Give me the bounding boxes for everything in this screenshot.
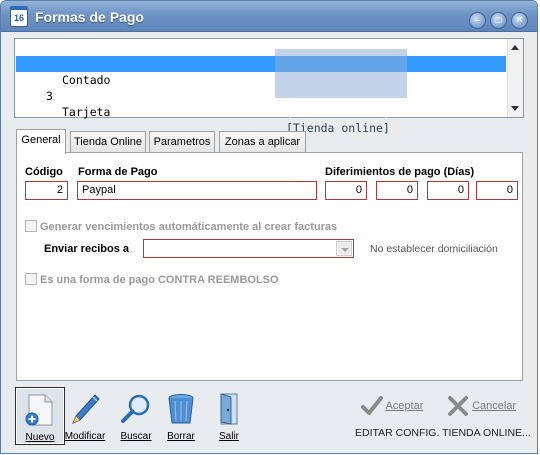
contra-reembolso-checkbox[interactable] (25, 273, 37, 285)
cancelar-label: Cancelar (472, 399, 517, 412)
magnifier-icon (121, 394, 150, 423)
exit-door-icon (220, 393, 238, 425)
scroll-up-icon[interactable] (511, 45, 519, 50)
diferimiento-3-field[interactable]: 0 (427, 181, 469, 200)
cross-icon (448, 396, 468, 416)
no-domiciliacion-text: No establecer domiciliación (370, 243, 498, 255)
payment-methods-list[interactable]: 1 Contado 2 Paypal [Tienda online] 3 Tar… (14, 38, 524, 135)
salir-label: Salir (218, 431, 239, 442)
title-bar[interactable]: 16 Formas de Pago – □ ✕ (1, 1, 537, 32)
scroll-down-icon[interactable] (511, 106, 519, 111)
nuevo-button[interactable]: Nuevo (15, 387, 65, 445)
codigo-field[interactable]: 2 (25, 181, 68, 200)
pen-icon (72, 394, 100, 424)
diferimientos-label: Diferimientos de pago (Días) (325, 166, 475, 178)
generar-vencimientos-row[interactable]: Generar vencimientos automáticamente al … (25, 220, 337, 233)
list-item-selected[interactable]: 2 Paypal [Tienda online] (16, 56, 506, 119)
general-panel: Código Forma de Pago Diferimientos de pa… (16, 152, 523, 381)
list-item-name: Tarjeta (62, 105, 111, 119)
forma-pago-label: Forma de Pago (78, 166, 158, 178)
maximize-button[interactable]: □ (490, 12, 507, 29)
enviar-recibos-select[interactable] (143, 239, 354, 258)
aceptar-label: Aceptar (385, 399, 424, 412)
forma-pago-field[interactable]: Paypal (77, 181, 317, 200)
chevron-down-icon[interactable] (336, 241, 352, 256)
checkmark-icon (361, 396, 383, 415)
list-item-tag: [Tienda online] (286, 105, 390, 119)
status-text: EDITAR CONFIG. TIENDA ONLINE... (355, 427, 531, 439)
buscar-label: Buscar (120, 431, 152, 442)
cancelar-button[interactable]: Cancelar (447, 395, 516, 417)
tab-parametros[interactable]: Parametros (149, 131, 215, 153)
main-window: 16 Formas de Pago – □ ✕ 1 Contado 2 Payp… (0, 0, 538, 454)
nuevo-label: Nuevo (25, 432, 55, 443)
diferimiento-2-field[interactable]: 0 (376, 181, 418, 200)
close-button[interactable]: ✕ (511, 12, 528, 29)
list-item[interactable]: 3 Tarjeta [Tienda online] (16, 72, 506, 135)
borrar-label: Borrar (167, 431, 195, 442)
contra-reembolso-row[interactable]: Es una forma de pago CONTRA REEMBOLSO (25, 273, 279, 286)
buscar-button[interactable]: Buscar (111, 387, 161, 445)
diferimiento-4-field[interactable]: 0 (476, 181, 518, 200)
diferimiento-1-field[interactable]: 0 (325, 181, 367, 200)
list-item-name: Paypal (62, 89, 104, 103)
tab-zonas-aplicar[interactable]: Zonas a aplicar (219, 131, 306, 153)
list-item-number: 3 (46, 89, 53, 103)
trash-bin-icon (168, 394, 194, 424)
modificar-label: Modificar (64, 431, 106, 442)
tab-general[interactable]: General (16, 129, 66, 154)
enviar-recibos-label: Enviar recibos a (44, 243, 129, 255)
generar-vencimientos-label: Generar vencimientos automáticamente al … (40, 221, 338, 233)
modificar-button[interactable]: Modificar (60, 387, 110, 445)
tag-highlight-overlay (275, 49, 407, 98)
bottom-toolbar: Nuevo Modificar Buscar Borrar Salir Acep… (1, 383, 537, 453)
borrar-button[interactable]: Borrar (156, 387, 206, 445)
aceptar-button[interactable]: Aceptar (361, 395, 423, 417)
minimize-button[interactable]: – (469, 12, 486, 29)
list-scrollbar[interactable] (507, 39, 523, 117)
tab-tienda-online[interactable]: Tienda Online (70, 131, 146, 153)
list-item[interactable]: 1 Contado (16, 40, 506, 87)
app-calendar-icon: 16 (10, 6, 28, 27)
new-document-icon (25, 394, 53, 426)
generar-vencimientos-checkbox[interactable] (25, 220, 37, 232)
window-title: Formas de Pago (35, 9, 144, 25)
contra-reembolso-label: Es una forma de pago CONTRA REEMBOLSO (40, 274, 279, 286)
salir-button[interactable]: Salir (204, 387, 254, 445)
codigo-label: Código (25, 166, 63, 178)
